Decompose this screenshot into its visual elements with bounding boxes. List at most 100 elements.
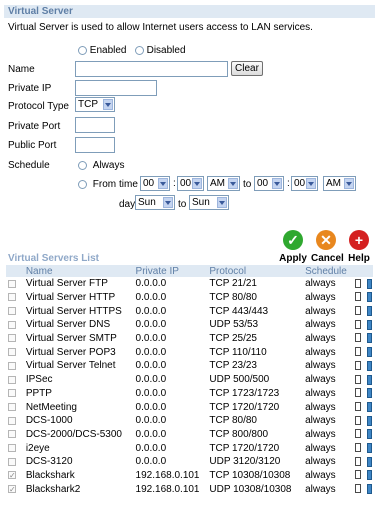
row-checkbox-cell: [6, 318, 24, 332]
row-actions: [353, 482, 373, 496]
row-checkbox[interactable]: [8, 430, 16, 439]
delete-icon[interactable]: [361, 484, 372, 495]
row-checkbox[interactable]: [8, 334, 16, 343]
row-checkbox[interactable]: [8, 293, 16, 302]
day-label: day: [119, 199, 136, 210]
delete-icon[interactable]: [361, 429, 372, 440]
row-schedule: always: [305, 401, 336, 413]
always-radio[interactable]: [78, 160, 87, 170]
from-ampm-value: AM: [210, 178, 225, 189]
delete-icon[interactable]: [361, 319, 372, 330]
row-actions: [353, 469, 373, 483]
apply-button[interactable]: ✓ Apply: [278, 230, 308, 264]
day-to-select[interactable]: Sun: [189, 195, 229, 210]
check-icon: ✓: [283, 230, 303, 250]
row-actions: [353, 345, 373, 359]
delete-icon[interactable]: [361, 374, 372, 385]
name-input[interactable]: [75, 61, 228, 77]
delete-icon[interactable]: [361, 415, 372, 426]
private-ip-input[interactable]: [75, 80, 157, 96]
day-from-select[interactable]: Sun: [135, 195, 175, 210]
row-name: Virtual Server FTP: [25, 278, 108, 290]
row-protocol: TCP 443/443: [209, 305, 269, 317]
row-schedule: always: [305, 278, 336, 290]
row-checkbox[interactable]: [8, 320, 16, 329]
row-private-ip: 0.0.0.0: [135, 442, 167, 454]
delete-icon[interactable]: [361, 470, 372, 481]
row-schedule: always: [305, 333, 336, 345]
delete-icon[interactable]: [361, 278, 372, 289]
row-actions: [353, 359, 373, 373]
public-port-input[interactable]: [75, 137, 115, 153]
table-row: Virtual Server SMTP 0.0.0.0 TCP 25/25 alway…: [6, 332, 373, 346]
row-actions: [353, 387, 373, 401]
disabled-radio[interactable]: [134, 45, 144, 55]
row-checkbox-cell: ✓: [6, 482, 24, 496]
from-radio[interactable]: [78, 179, 87, 189]
delete-icon[interactable]: [361, 347, 372, 358]
to-ampm-select[interactable]: AM: [323, 176, 356, 191]
table-row: Virtual Server HTTP 0.0.0.0 TCP 80/80 alway…: [6, 291, 373, 305]
row-protocol: UDP 500/500: [209, 374, 270, 386]
row-checkbox[interactable]: [8, 416, 16, 425]
from-hour-select[interactable]: 00: [140, 176, 170, 191]
help-button[interactable]: + Help: [344, 230, 374, 264]
section-title: Virtual Server: [8, 6, 73, 17]
delete-icon[interactable]: [361, 456, 372, 467]
enabled-radio[interactable]: [78, 45, 87, 55]
name-label: Name: [8, 64, 35, 75]
day-to-value: Sun: [192, 197, 210, 208]
clear-button[interactable]: Clear: [231, 61, 263, 76]
delete-icon[interactable]: [361, 306, 372, 317]
row-name: Virtual Server HTTPS: [25, 305, 122, 317]
row-protocol: UDP 53/53: [209, 319, 259, 331]
row-private-ip: 192.168.0.101: [135, 483, 200, 495]
colon-sep: :: [173, 178, 176, 189]
row-private-ip: 0.0.0.0: [135, 387, 167, 399]
row-checkbox[interactable]: [8, 361, 16, 370]
row-name: DCS-3120: [25, 456, 73, 468]
protocol-select[interactable]: TCP: [75, 97, 115, 112]
row-actions: [353, 277, 373, 291]
row-protocol: TCP 23/23: [209, 360, 257, 372]
cancel-button[interactable]: ✕ Cancel: [311, 230, 344, 264]
row-checkbox[interactable]: [8, 443, 16, 452]
row-checkbox[interactable]: [8, 307, 16, 316]
row-checkbox[interactable]: [8, 402, 16, 411]
row-checkbox[interactable]: ✓: [8, 471, 16, 480]
row-protocol: TCP 80/80: [209, 415, 257, 427]
delete-icon[interactable]: [361, 360, 372, 371]
delete-icon[interactable]: [361, 388, 372, 399]
from-minute-select[interactable]: 00: [177, 176, 204, 191]
private-ip-label: Private IP: [8, 83, 52, 94]
private-port-input[interactable]: [75, 117, 115, 133]
header-actions-cell: [353, 265, 373, 277]
delete-icon[interactable]: [361, 292, 372, 303]
to-minute-select[interactable]: 00: [291, 176, 318, 191]
table-row: ✓ Blackshark 192.168.0.101 TCP 10308/10308 a…: [6, 469, 373, 483]
delete-icon[interactable]: [361, 401, 372, 412]
row-schedule: always: [305, 456, 336, 468]
row-checkbox-cell: [6, 414, 24, 428]
row-checkbox-cell: [6, 359, 24, 373]
from-minute-value: 00: [180, 178, 192, 189]
delete-icon[interactable]: [361, 442, 372, 453]
to-hour-select[interactable]: 00: [254, 176, 284, 191]
row-checkbox[interactable]: [8, 348, 16, 357]
row-private-ip: 0.0.0.0: [135, 428, 167, 440]
chevron-down-icon: [103, 99, 113, 110]
time-to-label: to: [243, 179, 252, 190]
disabled-label: Disabled: [146, 45, 186, 56]
protocol-value: TCP: [78, 99, 98, 110]
from-hour-value: 00: [143, 178, 155, 189]
chevron-down-icon: [163, 197, 173, 208]
column-header: Name: [23, 265, 134, 277]
row-checkbox[interactable]: [8, 375, 16, 384]
row-checkbox[interactable]: [8, 457, 16, 466]
from-ampm-select[interactable]: AM: [207, 176, 240, 191]
row-checkbox[interactable]: [8, 279, 16, 288]
delete-icon[interactable]: [361, 333, 372, 344]
row-checkbox[interactable]: [8, 389, 16, 398]
row-protocol: TCP 1720/1720: [209, 442, 280, 454]
row-checkbox[interactable]: ✓: [8, 485, 16, 494]
